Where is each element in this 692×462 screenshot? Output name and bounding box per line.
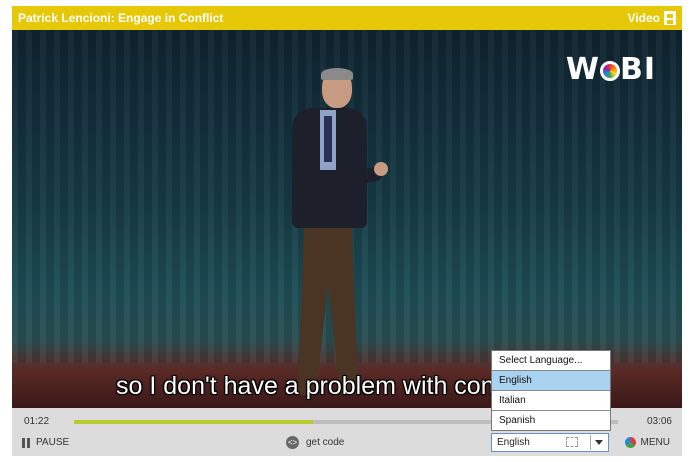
pause-button[interactable]: PAUSE [22, 437, 69, 448]
language-option-spanish[interactable]: Spanish [492, 411, 610, 430]
menu-label: MENU [640, 437, 670, 448]
current-time: 01:22 [24, 416, 50, 427]
language-value: English [497, 437, 530, 448]
get-code-label: get code [306, 437, 345, 448]
language-option-italian[interactable]: Italian [492, 391, 610, 411]
language-option-placeholder[interactable]: Select Language... [492, 351, 610, 371]
language-select[interactable]: English [491, 433, 609, 452]
pause-icon [22, 437, 30, 448]
logo-circle-icon [599, 61, 620, 81]
duration-time: 03:06 [646, 416, 672, 427]
title-bar: Patrick Lencioni: Engage in Conflict Vid… [12, 6, 682, 30]
video-title: Patrick Lencioni: Engage in Conflict [18, 11, 224, 25]
chevron-down-icon[interactable] [590, 435, 607, 450]
pause-label: PAUSE [36, 437, 70, 448]
language-dropdown-list: Select Language... English Italian Spani… [491, 350, 611, 431]
category-label: Video [627, 11, 660, 25]
menu-icon [624, 437, 636, 448]
wobi-logo: W BI [565, 52, 656, 87]
language-option-english[interactable]: English [492, 371, 610, 391]
progress-fill [74, 420, 314, 424]
get-code-button[interactable]: <> get code [286, 436, 344, 449]
menu-button[interactable]: MENU [624, 437, 670, 448]
fullscreen-icon[interactable] [566, 437, 578, 447]
code-icon: <> [286, 436, 299, 449]
film-icon [664, 11, 676, 25]
speaker-figure [262, 68, 388, 400]
